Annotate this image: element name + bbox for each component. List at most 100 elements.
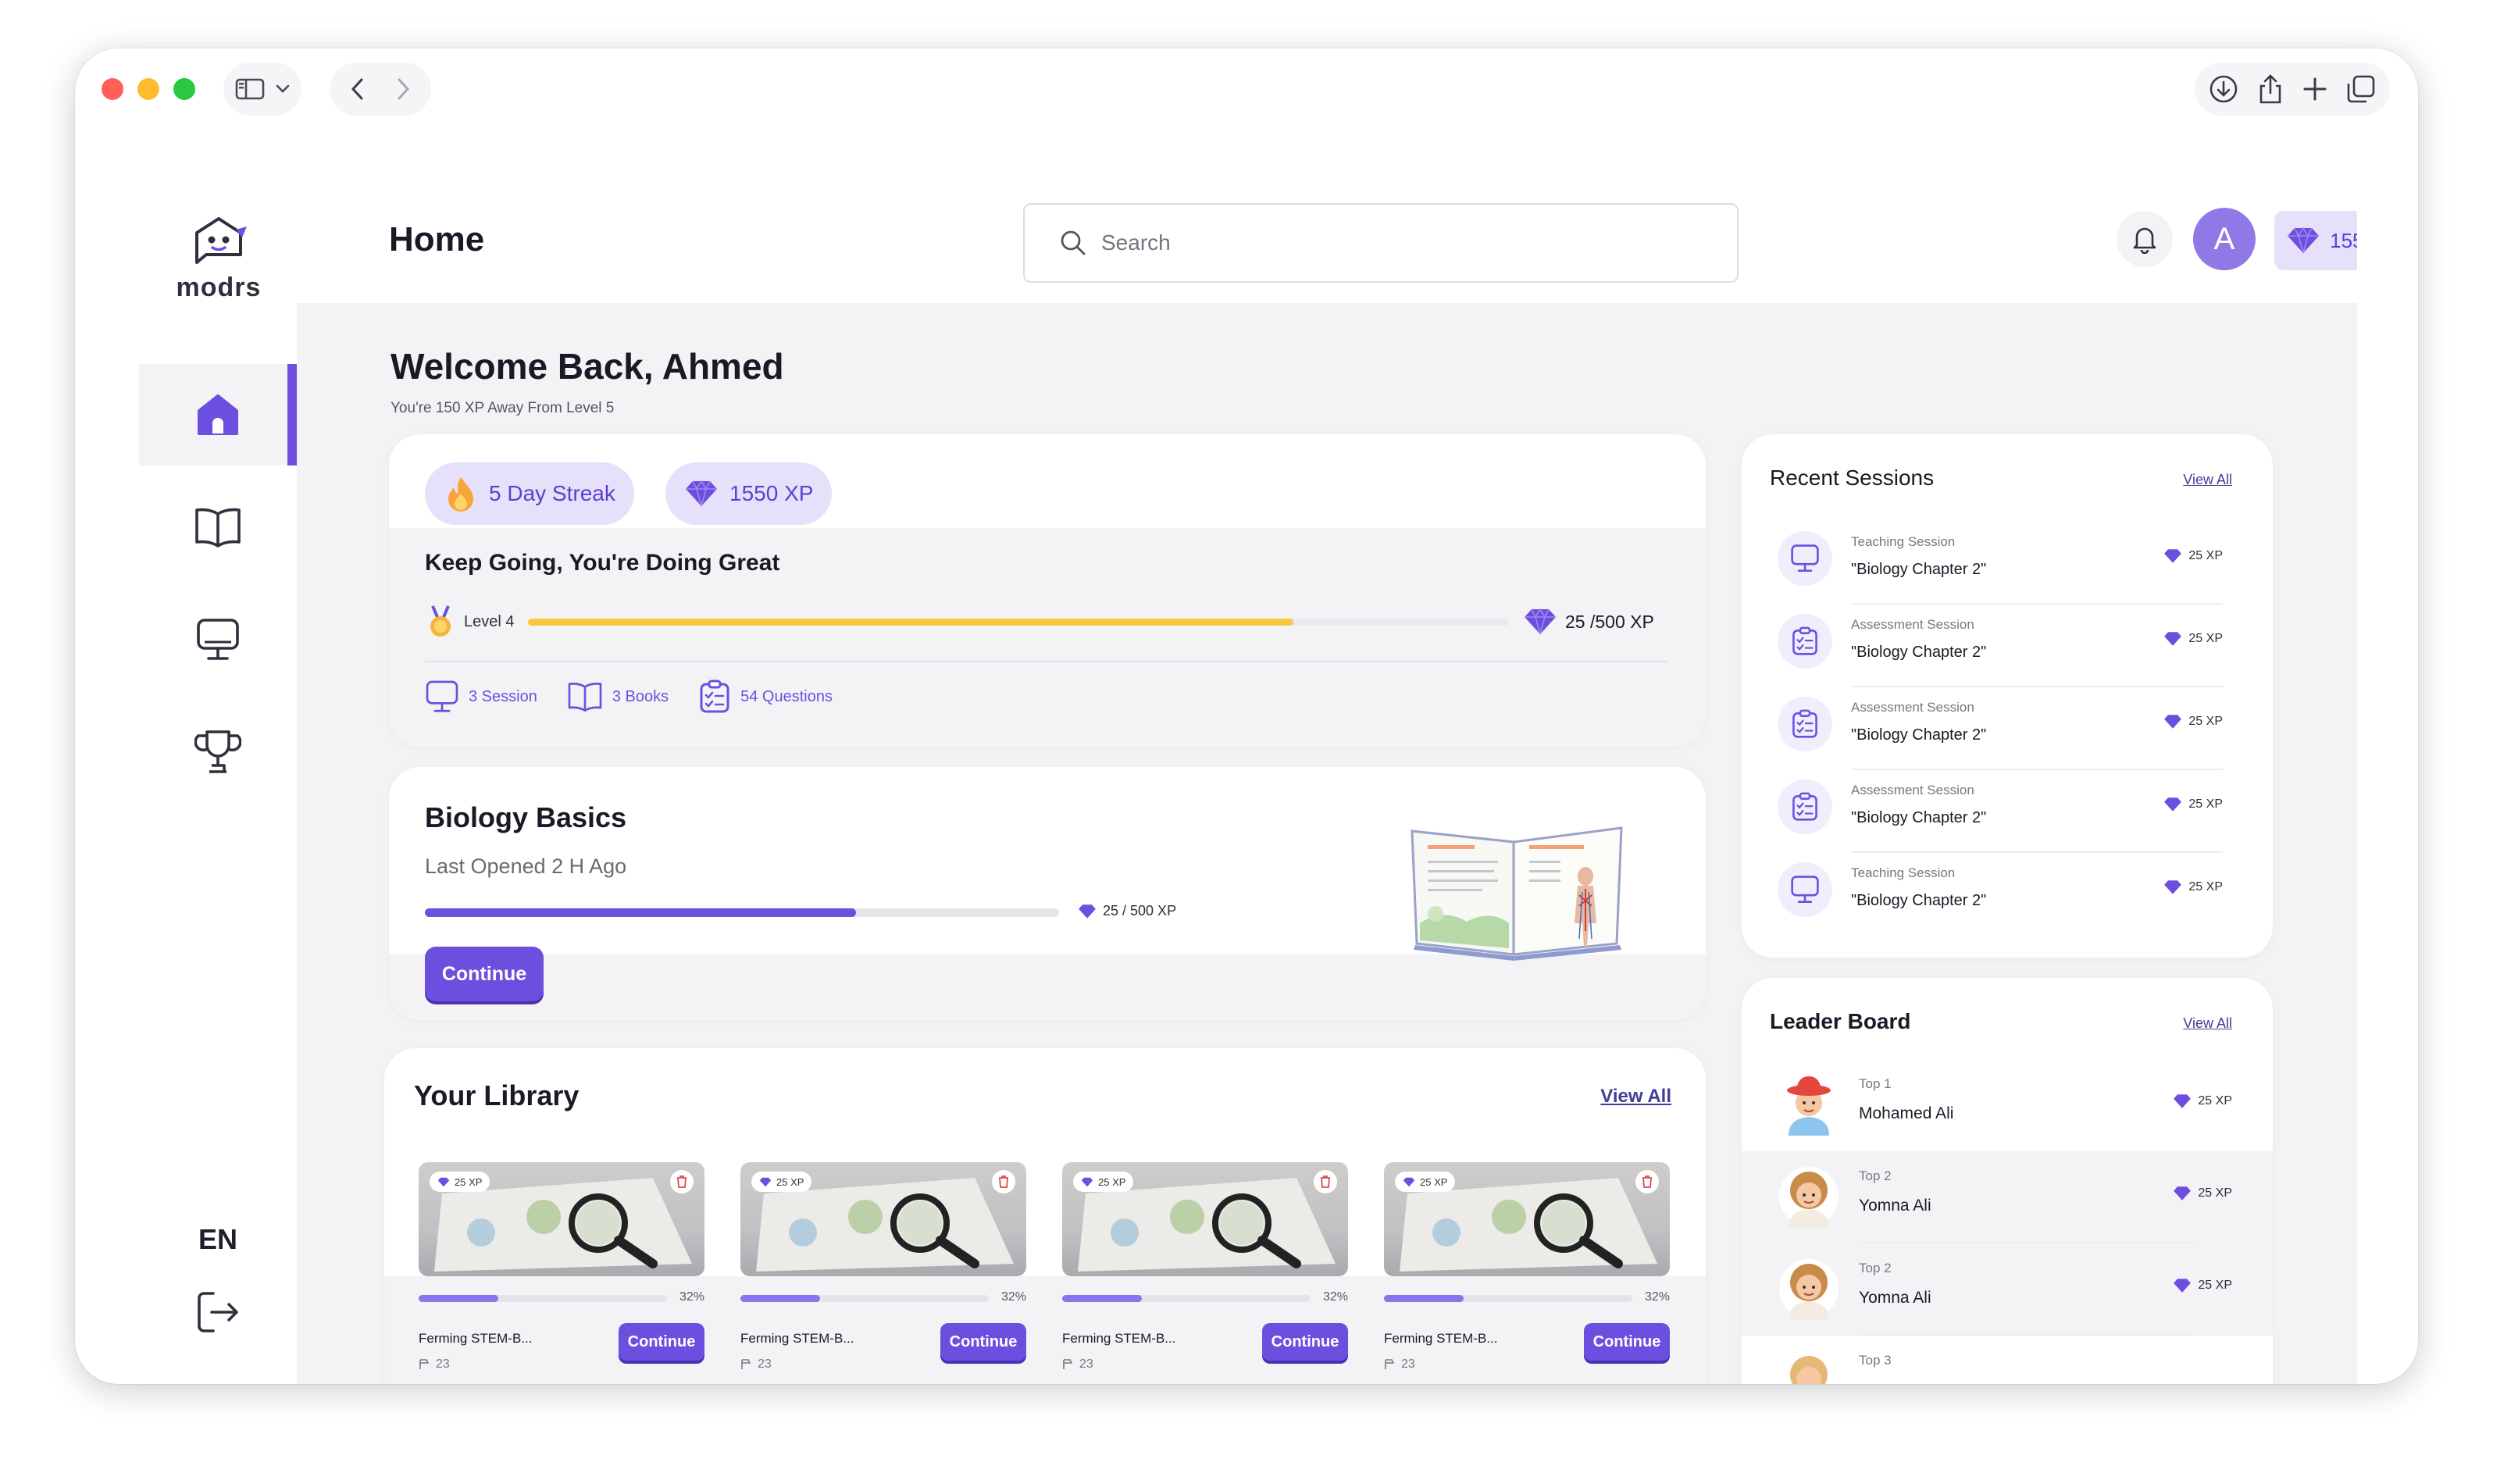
library-item-continue-button[interactable]: Continue (619, 1323, 704, 1361)
library-title: Your Library (414, 1079, 580, 1111)
nav-sessions[interactable] (139, 589, 297, 690)
download-icon[interactable] (2209, 74, 2238, 104)
library-item-delete-button[interactable] (670, 1170, 694, 1193)
library-item-delete-button[interactable] (992, 1170, 1015, 1193)
library-view-all-link[interactable]: View All (1600, 1086, 1671, 1108)
gem-icon (2164, 797, 2182, 812)
library-item[interactable]: 25 XP 32% Ferming STEM-B... 23 Continue (1062, 1162, 1348, 1384)
minimize-window-button[interactable] (137, 78, 159, 100)
search-bar[interactable] (1023, 203, 1739, 283)
session-row[interactable]: Teaching Session "Biology Chapter 2" 25 … (1770, 853, 2223, 936)
library-item-continue-button[interactable]: Continue (940, 1323, 1026, 1361)
leaderboard-card: Leader Board View All Top 1 Mohamed Ali … (1742, 978, 2273, 1384)
stat-books[interactable]: 3 Books (567, 681, 669, 712)
top-bar: Home A 1550 XP (297, 180, 2357, 303)
session-row[interactable]: Teaching Session "Biology Chapter 2" 25 … (1770, 522, 2223, 605)
stat-sessions-label: 3 Session (469, 687, 537, 705)
library-item-name: Ferming STEM-B... (1062, 1331, 1176, 1346)
library-item-delete-button[interactable] (1314, 1170, 1337, 1193)
nav-library[interactable] (139, 476, 297, 578)
session-row[interactable]: Assessment Session "Biology Chapter 2" 2… (1770, 770, 2223, 853)
session-xp-label: 25 XP (2188, 797, 2223, 811)
leaderboard-xp-label: 25 XP (2198, 1279, 2232, 1292)
logo[interactable]: modrs (173, 212, 264, 303)
library-item-percent: 32% (1644, 1290, 1670, 1304)
notifications-button[interactable] (2117, 211, 2173, 267)
stat-sessions[interactable]: 3 Session (425, 680, 537, 714)
gem-icon (1081, 1177, 1093, 1186)
nav-home[interactable] (139, 364, 297, 466)
library-item-continue-button[interactable]: Continue (1262, 1323, 1348, 1361)
level-progress-fill (528, 618, 1293, 626)
library-item-xp-badge: 25 XP (1395, 1172, 1456, 1192)
session-xp-label: 25 XP (2188, 715, 2223, 728)
back-button[interactable] (351, 77, 365, 101)
search-icon (1061, 230, 1086, 255)
session-row[interactable]: Assessment Session "Biology Chapter 2" 2… (1770, 687, 2223, 770)
library-item-delete-button[interactable] (1635, 1170, 1659, 1193)
xp-balance[interactable]: 1550 XP (2274, 211, 2357, 270)
leaderboard-row[interactable]: Top 2 Yomna Ali 25 XP (1742, 1151, 2273, 1243)
avatar-red-hat (1779, 1075, 1839, 1136)
session-name: "Biology Chapter 2" (1851, 809, 1987, 826)
library-item-count: 23 (740, 1357, 772, 1372)
course-progress-track (425, 908, 1059, 917)
sidebar-icon (235, 77, 265, 101)
level-label: Level 4 (464, 612, 515, 630)
pages-icon (419, 1359, 430, 1369)
library-item-name: Ferming STEM-B... (419, 1331, 533, 1346)
sidebar-toggle-button[interactable] (223, 62, 301, 116)
library-item-continue-button[interactable]: Continue (1584, 1323, 1670, 1361)
encouragement-text: Keep Going, You're Doing Great (425, 550, 780, 576)
leaderboard-xp-label: 25 XP (2198, 1094, 2232, 1108)
pages-icon (1063, 1359, 1073, 1369)
nav-active-indicator (287, 364, 297, 466)
gem-icon (437, 1177, 450, 1186)
streak-chip: 5 Day Streak (425, 462, 634, 525)
stat-books-label: 3 Books (612, 687, 669, 705)
library-item-count-label: 23 (1079, 1357, 1093, 1371)
session-row[interactable]: Assessment Session "Biology Chapter 2" 2… (1770, 605, 2223, 687)
course-last-opened: Last Opened 2 H Ago (425, 854, 627, 878)
course-continue-button[interactable]: Continue (425, 947, 544, 1001)
avatar-curly-hair (1779, 1259, 1839, 1320)
library-item-xp-badge: 25 XP (751, 1172, 812, 1192)
recent-sessions-view-all-link[interactable]: View All (2183, 472, 2232, 488)
library-item-progress-track (419, 1295, 667, 1302)
library-item[interactable]: 25 XP 32% Ferming STEM-B... 23 Continue (419, 1162, 704, 1384)
library-item-thumbnail: 25 XP (1062, 1162, 1348, 1276)
library-item-xp-badge: 25 XP (430, 1172, 490, 1192)
chevron-down-icon (276, 84, 290, 94)
home-icon (198, 394, 238, 435)
new-tab-icon[interactable] (2302, 77, 2327, 102)
leaderboard-name: Yomna Ali (1859, 1197, 1931, 1215)
leaderboard-row[interactable]: Top 1 Mohamed Ali 25 XP (1742, 1059, 2273, 1151)
stat-questions[interactable]: 54 Questions (698, 680, 833, 714)
session-xp-label: 25 XP (2188, 549, 2223, 562)
user-avatar[interactable]: A (2193, 208, 2256, 270)
tabs-overview-icon[interactable] (2346, 74, 2376, 104)
gem-icon (2164, 880, 2182, 894)
leaderboard-row[interactable]: Top 3 (1742, 1336, 2273, 1384)
leaderboard-xp: 25 XP (2173, 1186, 2232, 1201)
library-item[interactable]: 25 XP 32% Ferming STEM-B... 23 Continue (740, 1162, 1026, 1384)
course-xp: 25 / 500 XP (1078, 903, 1176, 919)
library-item[interactable]: 25 XP 32% Ferming STEM-B... 23 Continue (1384, 1162, 1670, 1384)
welcome-heading: Welcome Back, Ahmed (391, 346, 784, 387)
leaderboard-view-all-link[interactable]: View All (2183, 1015, 2232, 1032)
search-input[interactable] (1101, 230, 1648, 255)
xp-chip: 1550 XP (665, 462, 833, 525)
zoom-window-button[interactable] (173, 78, 195, 100)
language-switcher[interactable]: EN (139, 1223, 297, 1256)
leaderboard-row[interactable]: Top 2 Yomna Ali 25 XP (1742, 1243, 2273, 1336)
book-icon (195, 508, 241, 548)
history-nav (330, 62, 431, 116)
share-icon[interactable] (2257, 73, 2284, 105)
library-item-count-label: 23 (436, 1357, 450, 1371)
close-window-button[interactable] (102, 78, 123, 100)
progress-card: 5 Day Streak 1550 XP Keep Going, You're … (389, 434, 1706, 747)
library-item-xp-label: 25 XP (455, 1175, 483, 1188)
forward-button[interactable] (396, 77, 410, 101)
logout-button[interactable] (139, 1289, 297, 1336)
nav-leaderboard[interactable] (139, 701, 297, 803)
